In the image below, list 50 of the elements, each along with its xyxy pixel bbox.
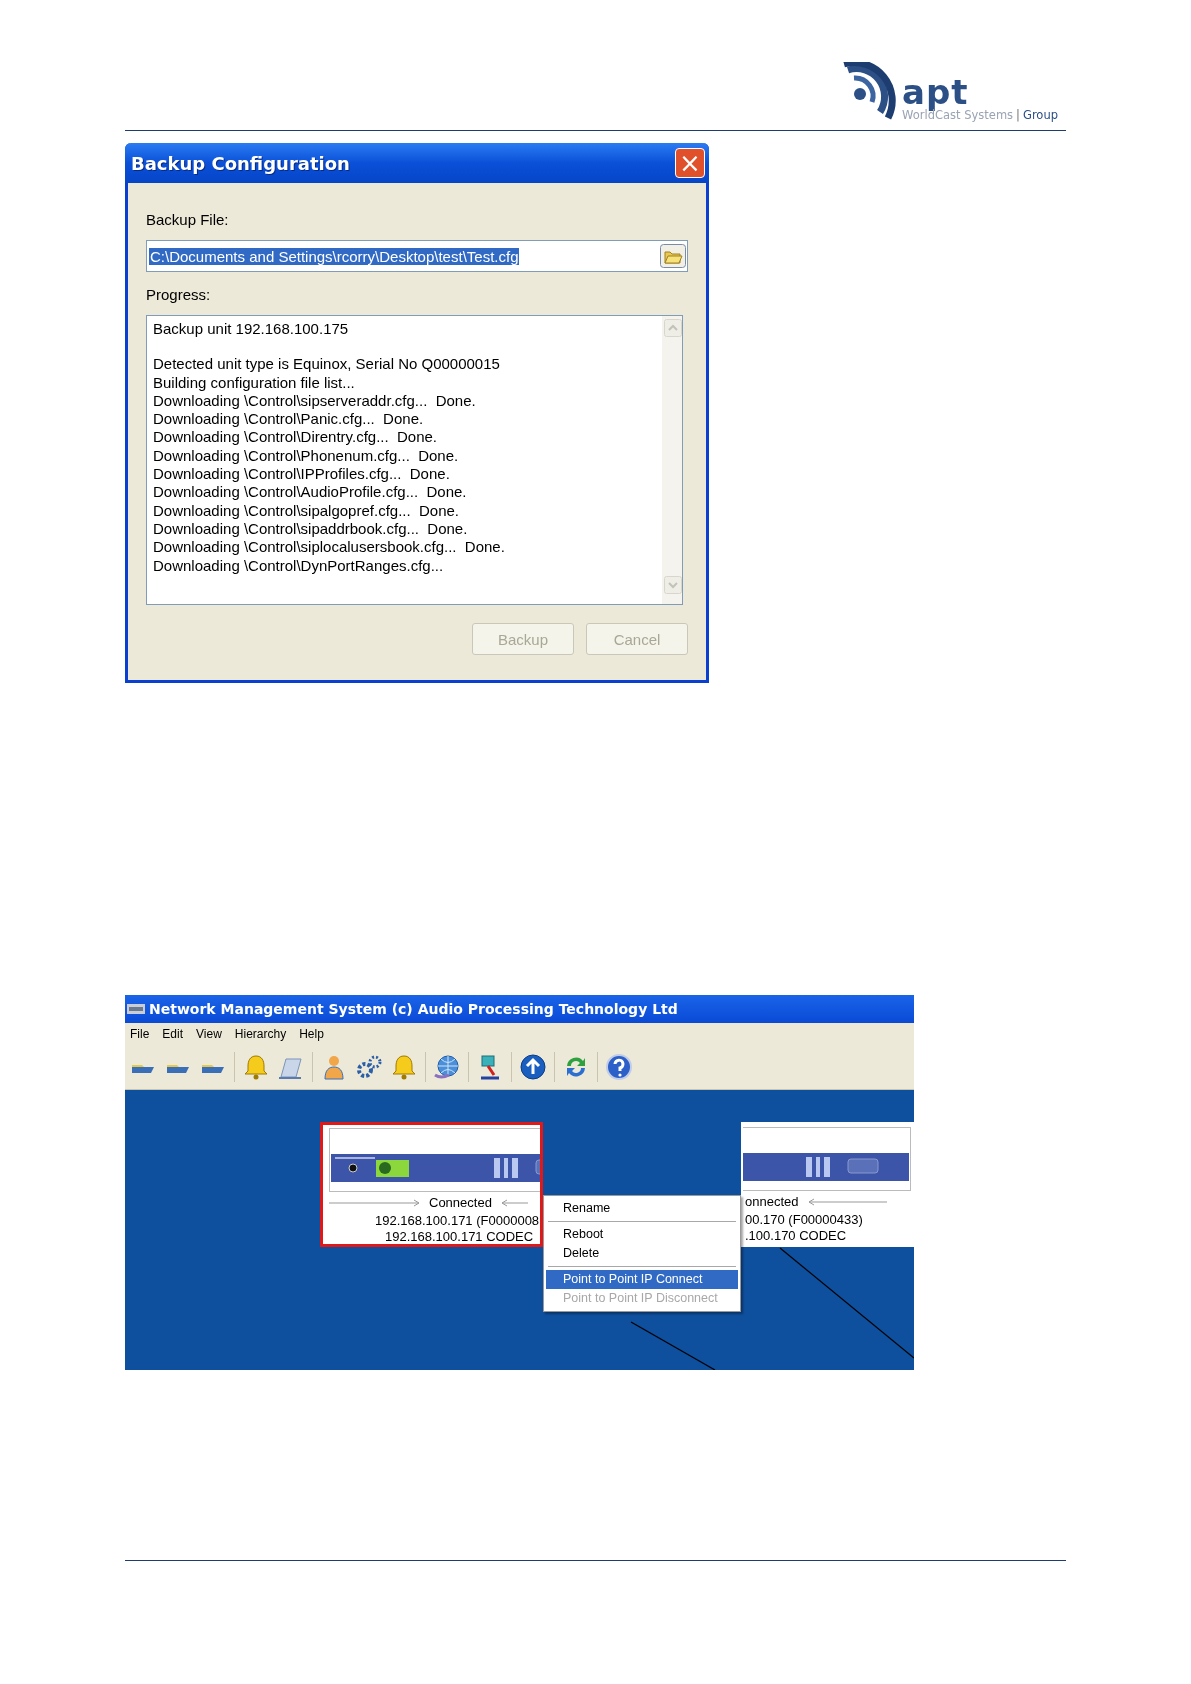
device-address: 00.170 (F00000433)	[745, 1212, 863, 1227]
menu-item[interactable]: File	[130, 1026, 150, 1042]
window-title: Network Management System (c) Audio Processing Technology Ltd	[149, 1001, 678, 1017]
device-name: .100.170 CODEC	[745, 1228, 847, 1243]
dialog-title: Backup Configuration	[131, 152, 350, 174]
menu-item[interactable]: Help	[299, 1026, 324, 1042]
context-menu-item[interactable]: Reboot	[546, 1225, 738, 1244]
context-menu-item[interactable]: Delete	[546, 1244, 738, 1263]
device-address: 192.168.100.171 (F0000008	[375, 1213, 540, 1228]
logo-group-text: Group	[1023, 108, 1058, 122]
field-label: Backup File:	[146, 211, 230, 228]
log-line: Downloading \Control\DynPortRanges.cfg...	[153, 556, 445, 575]
log-line: Downloading \Control\sipalgopref.cfg... Done.	[153, 501, 460, 520]
close-button[interactable]: ×	[675, 148, 705, 178]
help-icon[interactable]	[605, 1053, 633, 1081]
folder-icon[interactable]	[660, 244, 686, 268]
log-line: Downloading \Control\IPProfiles.cfg... Done.	[153, 465, 451, 484]
log-line: Building configuration file list...	[153, 373, 356, 392]
app-icon	[127, 1004, 145, 1014]
log-line: Downloading \Control\Direntry.cfg... Done.	[153, 428, 439, 447]
arrow-left-icon	[499, 1198, 528, 1207]
device-name: 192.168.100.171 CODEC	[385, 1229, 534, 1244]
input-field[interactable]: C:\Documents and Settings\rcorry\Desktop\test\Test.cfg	[146, 240, 688, 272]
bell-icon[interactable]	[390, 1053, 418, 1081]
device-card[interactable]: Connected 192.168.100.171 (F0000008 192.168.100.171 CODEC	[320, 1122, 543, 1247]
logo-separator: |	[1016, 108, 1020, 122]
log-line: Downloading \Control\Phonenum.cfg... Done.	[153, 446, 460, 466]
log-line: Downloading \Control\siplocalusersbook.cfg... Done.	[153, 538, 505, 557]
context-menu-item[interactable]: Point to Point IP Connect	[546, 1270, 738, 1289]
arrow-left-icon	[806, 1197, 887, 1206]
log-line: Downloading \Control\sipaddrbook.cfg... Done.	[153, 519, 469, 539]
logo-tagline: WorldCast Systems	[902, 108, 1014, 122]
field-label: Progress:	[146, 286, 212, 303]
log-line: Downloading \Control\AudioProfile.cfg... Done.	[153, 483, 468, 502]
globe-icon[interactable]	[433, 1053, 461, 1081]
arrow-right-icon	[329, 1198, 421, 1207]
context-menu-item[interactable]: Rename	[546, 1199, 738, 1218]
log-line: Downloading \Control\sipserveraddr.cfg... Done.	[153, 391, 477, 411]
log-line: Detected unit type is Equinox, Serial No Q00000015	[153, 355, 501, 374]
status-text: onnected	[745, 1194, 799, 1209]
gears-icon[interactable]	[355, 1053, 383, 1081]
menu-item[interactable]: Edit	[162, 1026, 184, 1042]
log-line: Backup unit 192.168.100.175	[153, 320, 350, 339]
menu-item[interactable]: Hierarchy	[234, 1026, 287, 1042]
log-line: Downloading \Control\Panic.cfg... Done.	[153, 410, 425, 429]
bell-icon[interactable]	[242, 1053, 270, 1081]
menu-item[interactable]: View	[196, 1026, 222, 1042]
device-card[interactable]: onnected 00.170 (F00000433) .100.170 CODEC	[741, 1122, 914, 1247]
status-text: Connected	[429, 1195, 492, 1210]
field-value: C:\Documents and Settings\rcorry\Desktop\test\Test.cfg	[149, 247, 520, 265]
